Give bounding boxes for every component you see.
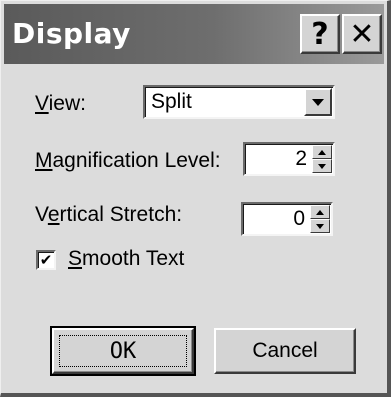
vertical-stretch-label: Vertical Stretch: — [35, 203, 183, 226]
magnification-increment-button[interactable] — [312, 145, 332, 159]
magnification-label: Magnification Level: — [35, 149, 221, 172]
display-dialog: Display ? ✕ View: Split Magnification Le… — [0, 0, 391, 397]
vertical-stretch-increment-button[interactable] — [310, 205, 330, 219]
vertical-stretch-value[interactable]: 0 — [293, 207, 305, 231]
cancel-button-label: Cancel — [252, 339, 318, 362]
view-dropdown-button[interactable] — [304, 88, 332, 116]
dialog-title: Display — [12, 17, 131, 50]
magnification-spinner[interactable]: 2 — [243, 142, 335, 176]
vertical-stretch-spinner[interactable]: 0 — [241, 202, 333, 236]
help-icon: ? — [311, 16, 329, 52]
arrow-up-icon — [318, 149, 326, 155]
smooth-text-checkbox[interactable]: ✔ — [36, 250, 56, 270]
checkmark-icon: ✔ — [39, 250, 53, 269]
magnification-decrement-button[interactable] — [312, 159, 332, 173]
magnification-value[interactable]: 2 — [295, 147, 307, 171]
cancel-button[interactable]: Cancel — [214, 328, 356, 374]
close-icon: ✕ — [349, 16, 375, 52]
smooth-text-label[interactable]: Smooth Text — [68, 247, 184, 271]
chevron-down-icon — [312, 98, 324, 106]
help-button[interactable]: ? — [300, 14, 340, 54]
title-bar[interactable]: Display ? ✕ — [4, 4, 384, 64]
vertical-stretch-decrement-button[interactable] — [310, 219, 330, 233]
view-dropdown[interactable]: Split — [143, 85, 335, 119]
arrow-down-icon — [316, 223, 324, 229]
arrow-down-icon — [318, 163, 326, 169]
ok-button[interactable]: OK — [50, 326, 196, 376]
arrow-up-icon — [316, 209, 324, 215]
view-selected-value: Split — [151, 90, 192, 113]
view-label: View: — [35, 92, 86, 115]
close-button[interactable]: ✕ — [342, 14, 382, 54]
focus-rectangle — [59, 335, 187, 367]
